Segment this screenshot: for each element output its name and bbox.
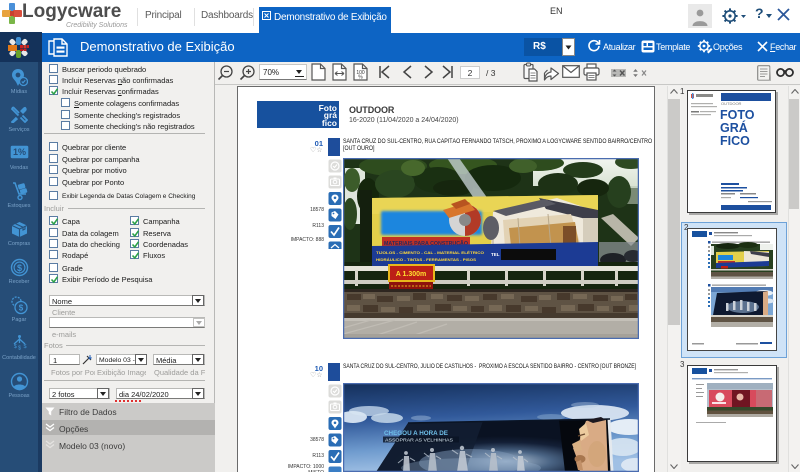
svg-text:$: $ bbox=[17, 263, 22, 273]
svg-text:$: $ bbox=[14, 344, 17, 350]
svg-text:OUTDOOR: OUTDOOR bbox=[721, 101, 742, 106]
svg-text:TIJOLOS - CIMENTO - CAL - MATE: TIJOLOS - CIMENTO - CAL - MATERIAL ELÉTR… bbox=[376, 250, 484, 255]
svg-text:FOTO: FOTO bbox=[720, 108, 755, 122]
svg-text:TEL: TEL bbox=[491, 252, 500, 257]
svg-text:A 1.300m: A 1.300m bbox=[396, 271, 426, 278]
svg-text:CHEGOU A HORA DE: CHEGOU A HORA DE bbox=[384, 431, 448, 437]
svg-text:$: $ bbox=[18, 346, 21, 352]
svg-text:GRÁ: GRÁ bbox=[720, 120, 748, 135]
svg-text:ASSOPRAR AS VELHINHAS: ASSOPRAR AS VELHINHAS bbox=[385, 438, 453, 443]
svg-text:%: % bbox=[358, 75, 363, 81]
svg-text:HIDRÁULICO - TINTAS - FERRAMEN: HIDRÁULICO - TINTAS - FERRAMENTAS - PISO… bbox=[376, 257, 476, 262]
svg-text:$: $ bbox=[19, 304, 24, 313]
svg-text:FICO: FICO bbox=[720, 134, 750, 148]
svg-text:$: $ bbox=[24, 344, 27, 350]
svg-text:1%: 1% bbox=[13, 147, 26, 157]
